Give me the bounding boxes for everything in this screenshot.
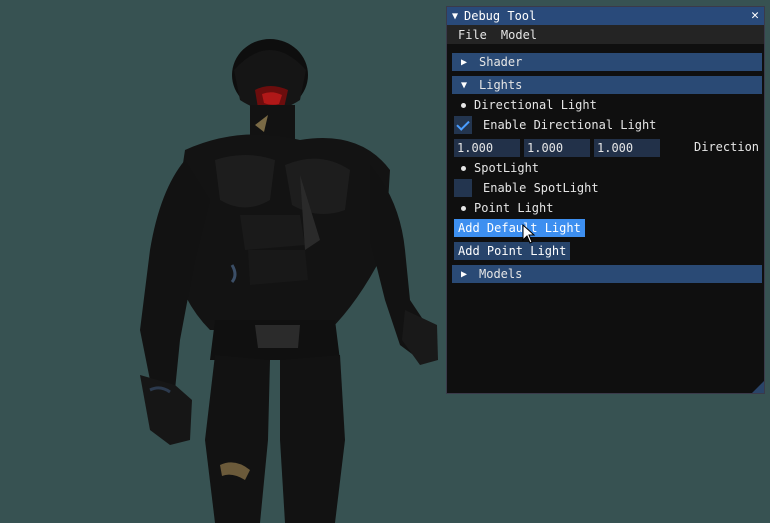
menu-bar: File Model: [447, 25, 764, 44]
add-point-light-button[interactable]: Add Point Light: [454, 242, 571, 260]
resize-grip[interactable]: [752, 381, 764, 393]
triangle-right-icon: ▶: [461, 56, 468, 68]
menu-model[interactable]: Model: [501, 28, 537, 42]
direction-z-input[interactable]: [594, 139, 660, 157]
bullet-icon: [461, 102, 466, 108]
enable-directional-label: Enable Directional Light: [483, 118, 657, 132]
lights-section-header[interactable]: ▼ Lights: [452, 76, 762, 94]
enable-spotlight-checkbox[interactable]: [454, 179, 472, 197]
direction-label: Direction: [694, 140, 760, 154]
shader-section-header[interactable]: ▶ Shader: [452, 53, 762, 71]
debug-tool-window[interactable]: ▼ Debug Tool ✕ File Model ▶ Shader ▼ Lig…: [446, 6, 765, 394]
enable-spotlight-row[interactable]: Enable SpotLight: [454, 179, 599, 197]
spotlight-label: SpotLight: [474, 161, 540, 175]
triangle-down-icon: ▼: [461, 79, 468, 91]
enable-directional-row[interactable]: Enable Directional Light: [454, 116, 657, 134]
models-section-header[interactable]: ▶ Models: [452, 265, 762, 283]
direction-y-input[interactable]: [524, 139, 590, 157]
directional-light-node[interactable]: Directional Light: [459, 96, 597, 114]
window-title-bar[interactable]: ▼ Debug Tool ✕: [447, 7, 764, 25]
point-light-label: Point Light: [474, 201, 554, 215]
shader-section-label: Shader: [479, 55, 523, 69]
triangle-right-icon: ▶: [461, 268, 468, 280]
bullet-icon: [461, 205, 466, 211]
checkmark-icon: [456, 116, 470, 131]
models-section-label: Models: [479, 267, 523, 281]
direction-x-input[interactable]: [454, 139, 520, 157]
bullet-icon: [461, 165, 466, 171]
lights-section-label: Lights: [479, 78, 523, 92]
window-title: Debug Tool: [464, 9, 537, 23]
add-default-light-button[interactable]: Add Default Light: [454, 219, 585, 237]
menu-file[interactable]: File: [458, 28, 487, 42]
mouse-pointer-icon: [522, 224, 536, 244]
point-light-node[interactable]: Point Light: [459, 199, 553, 217]
triangle-down-icon[interactable]: ▼: [452, 11, 464, 22]
directional-light-label: Directional Light: [474, 98, 597, 112]
close-icon[interactable]: ✕: [751, 8, 759, 24]
enable-spotlight-label: Enable SpotLight: [483, 181, 599, 195]
spotlight-node[interactable]: SpotLight: [459, 159, 539, 177]
enable-directional-checkbox[interactable]: [454, 116, 472, 134]
